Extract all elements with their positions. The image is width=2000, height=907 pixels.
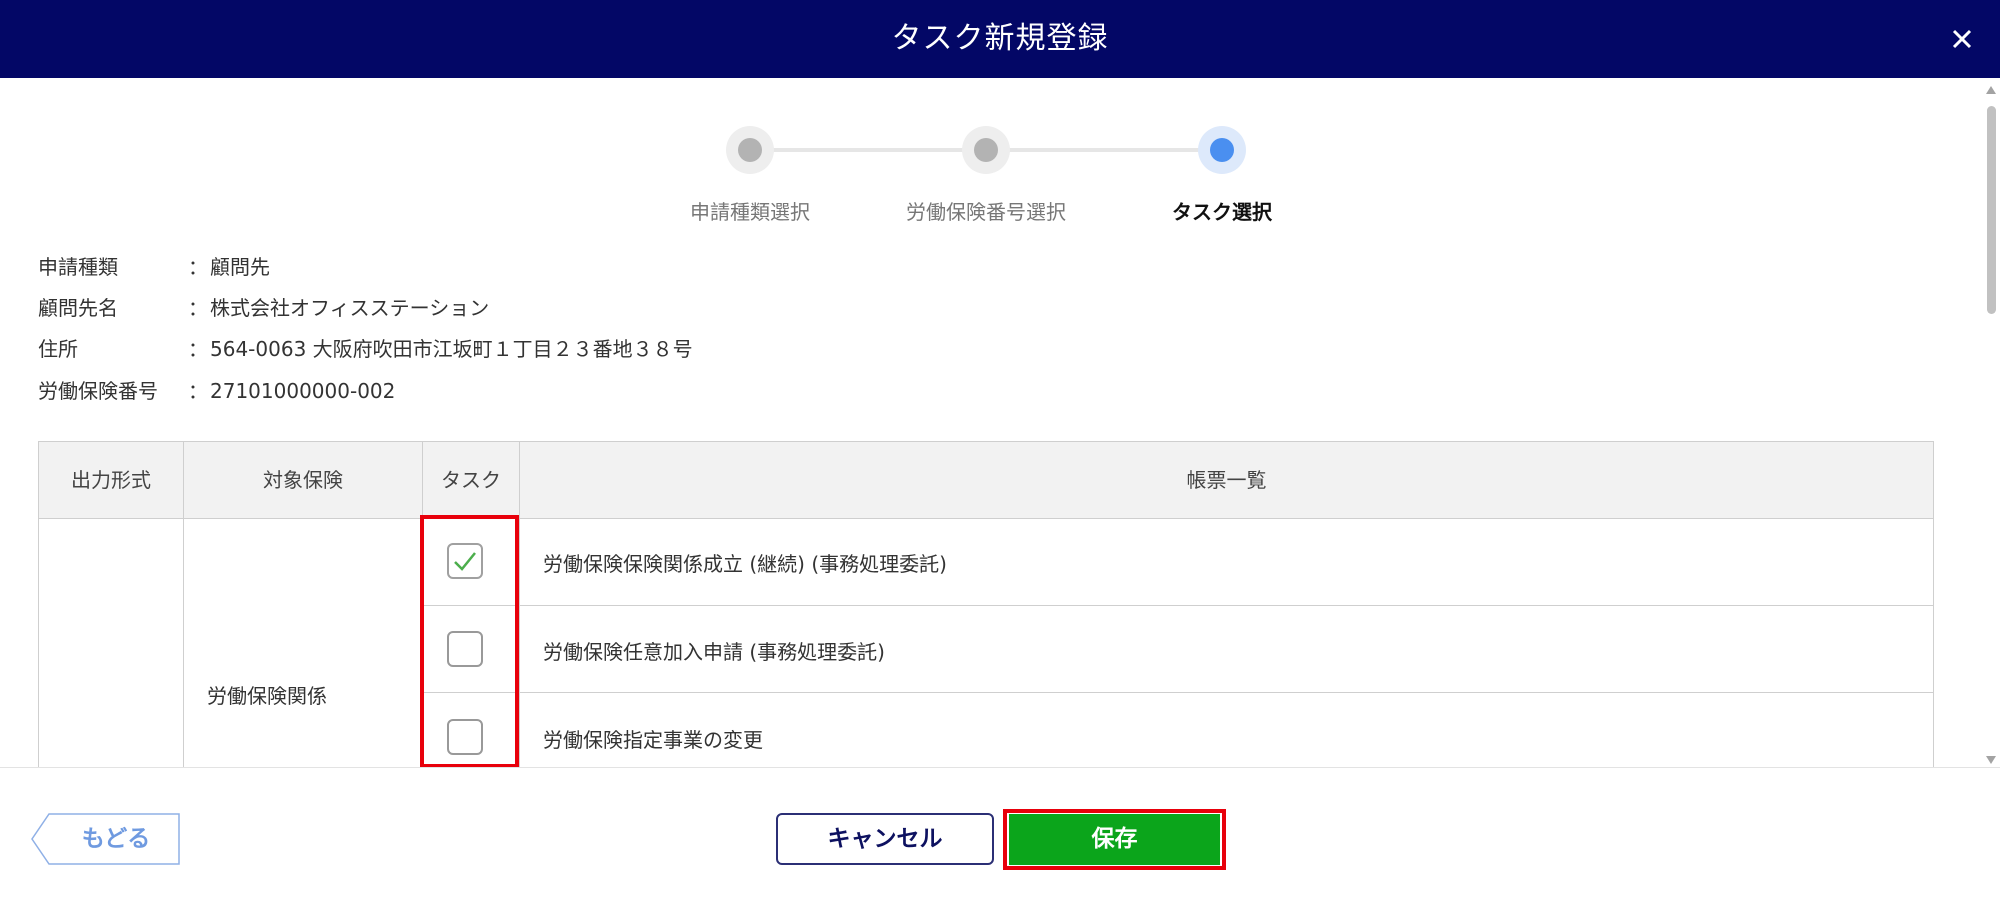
- task-checkbox-3[interactable]: [447, 719, 483, 755]
- footer-divider: [0, 767, 2000, 768]
- form-name: 労働保険指定事業の変更: [543, 728, 763, 752]
- table-header: 出力形式 対象保険 タスク 帳票一覧: [39, 442, 1933, 519]
- forms-table: 出力形式 対象保険 タスク 帳票一覧: [38, 441, 1934, 767]
- col-header-form-list: 帳票一覧: [1186, 468, 1267, 492]
- col-divider: [519, 518, 520, 767]
- col-header-target-insurance: 対象保険: [184, 442, 423, 518]
- cancel-button[interactable]: キャンセル: [776, 813, 994, 865]
- scroll-down-icon[interactable]: [1985, 754, 1997, 766]
- form-name: 労働保険保険関係成立 (継続) (事務処理委託): [543, 552, 947, 576]
- form-name: 労働保険任意加入申請 (事務処理委託): [543, 640, 885, 664]
- insurance-group-label: 労働保険関係: [207, 684, 327, 708]
- save-button[interactable]: 保存: [1009, 814, 1220, 865]
- col-header-task: タスク: [423, 442, 520, 518]
- back-button[interactable]: もどる: [31, 813, 181, 865]
- scroll-thumb[interactable]: [1987, 106, 1996, 314]
- scroll-up-icon[interactable]: [1985, 84, 1997, 96]
- row-divider: [423, 605, 1933, 606]
- back-button-label: もどる: [81, 826, 151, 852]
- col-divider: [422, 518, 423, 767]
- task-checkbox-2[interactable]: [447, 631, 483, 667]
- col-header-output-format: 出力形式: [39, 442, 184, 518]
- col-divider: [183, 518, 184, 767]
- checkmark-icon: [454, 552, 476, 571]
- table-viewport: 出力形式 対象保険 タスク 帳票一覧 労働保険関係 労働保険保険関係成立 (継続…: [0, 0, 1982, 767]
- task-checkbox-1[interactable]: [447, 543, 483, 579]
- vertical-scrollbar[interactable]: [1982, 78, 2000, 768]
- row-divider: [423, 692, 1933, 693]
